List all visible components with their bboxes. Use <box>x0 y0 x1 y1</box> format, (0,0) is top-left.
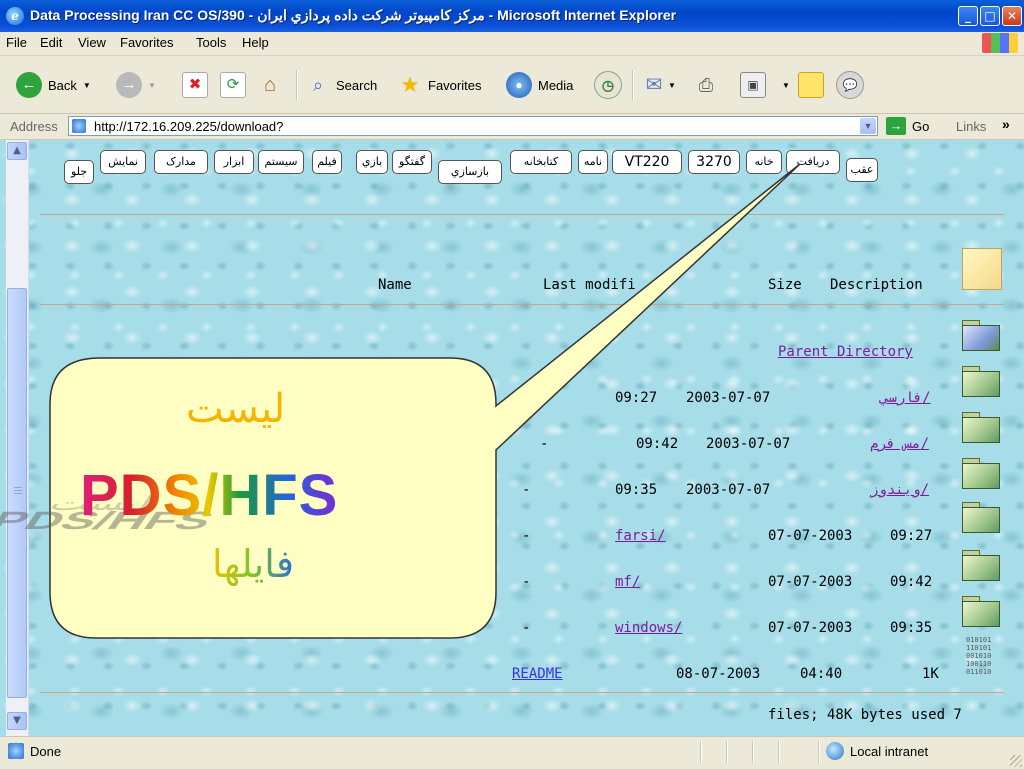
back-arrow-icon: ← <box>16 72 42 98</box>
go-label: Go <box>912 118 930 134</box>
edit-button[interactable]: ▣ ▼ <box>740 72 790 98</box>
status-separator <box>818 741 820 763</box>
print-button[interactable]: ⎙ <box>694 72 718 98</box>
menu-favorites[interactable]: Favorites <box>120 35 173 50</box>
address-bar: Address http://172.16.209.225/download? … <box>0 114 1024 140</box>
address-dropdown-icon[interactable]: ▼ <box>860 118 876 134</box>
window-title: Data Processing Iran CC OS/390 - مرکز کا… <box>30 7 677 23</box>
page-icon <box>72 119 86 133</box>
title-bar: e Data Processing Iran CC OS/390 - مرکز … <box>0 0 1024 32</box>
callout-files-word: فايلها <box>212 542 294 586</box>
callout-system: PDS/HFS <box>80 463 339 528</box>
mail-icon: ✉ <box>645 74 663 96</box>
back-dropdown-icon[interactable]: ▼ <box>83 81 91 90</box>
edit-dropdown-icon[interactable]: ▼ <box>782 81 790 90</box>
zone-text: Local intranet <box>850 744 929 759</box>
forward-button[interactable]: → ▼ <box>116 72 156 98</box>
favorites-label: Favorites <box>428 77 482 93</box>
menu-edit[interactable]: Edit <box>40 35 62 50</box>
favorites-button[interactable]: ★ Favorites <box>398 72 481 98</box>
go-arrow-icon: → <box>886 117 906 135</box>
refresh-icon: ⟳ <box>220 72 246 98</box>
callout-bubble <box>49 163 801 639</box>
forward-dropdown-icon[interactable]: ▼ <box>148 81 156 90</box>
notes-button[interactable] <box>798 72 824 98</box>
messenger-icon: 💬 <box>836 71 864 99</box>
toolbar: ← Back ▼ → ▼ ✖ ⟳ ⌂ ⌕ Search ★ Favorites … <box>0 56 1024 114</box>
links-label[interactable]: Links <box>956 119 986 134</box>
back-label: Back <box>48 77 77 93</box>
home-icon: ⌂ <box>263 74 277 96</box>
intranet-globe-icon <box>826 742 844 760</box>
mail-button[interactable]: ✉ ▼ <box>642 72 676 98</box>
menu-bar: File Edit View Favorites Tools Help <box>0 32 1024 56</box>
print-icon: ⎙ <box>698 75 714 95</box>
toolbar-separator <box>296 70 298 100</box>
history-button[interactable]: ◷ <box>594 71 622 99</box>
links-chevron-icon[interactable]: » <box>1002 116 1010 132</box>
status-separator <box>726 741 728 763</box>
go-button[interactable]: → Go <box>886 117 929 135</box>
close-button[interactable]: ✕ <box>1002 6 1022 26</box>
edit-icon: ▣ <box>740 72 766 98</box>
page-status-icon <box>8 743 24 759</box>
menu-file[interactable]: File <box>6 35 27 50</box>
refresh-button[interactable]: ⟳ <box>220 72 246 98</box>
home-button[interactable]: ⌂ <box>258 72 282 98</box>
resize-grip-icon[interactable] <box>1010 755 1022 767</box>
address-url[interactable]: http://172.16.209.225/download? <box>94 119 283 134</box>
messenger-button[interactable]: 💬 <box>836 71 864 99</box>
status-text: Done <box>30 744 62 759</box>
history-icon: ◷ <box>594 71 622 99</box>
status-separator <box>752 741 754 763</box>
media-label: Media <box>538 77 574 93</box>
minimize-button[interactable]: _ <box>958 6 978 26</box>
search-icon: ⌕ <box>312 75 324 95</box>
menu-view[interactable]: View <box>78 35 106 50</box>
media-icon: ● <box>506 72 532 98</box>
status-separator <box>778 741 780 763</box>
media-button[interactable]: ● Media <box>506 72 573 98</box>
status-separator <box>700 741 702 763</box>
favorites-star-icon: ★ <box>400 72 420 97</box>
back-button[interactable]: ← Back ▼ <box>16 72 91 98</box>
menu-tools[interactable]: Tools <box>196 35 226 50</box>
page-content[interactable]: ▲ ▼ عقب دريافت خانه 3270 VT220 نامه کتاب… <box>0 140 1024 736</box>
search-button[interactable]: ⌕ Search <box>306 72 377 98</box>
status-bar: Done Local intranet <box>0 736 1024 769</box>
menu-help[interactable]: Help <box>242 35 269 50</box>
windows-logo-icon <box>982 33 1018 53</box>
stop-icon: ✖ <box>182 72 208 98</box>
ie-icon[interactable]: e <box>6 7 24 25</box>
search-label: Search <box>336 77 378 93</box>
toolbar-separator <box>632 70 634 100</box>
notes-icon <box>798 72 824 98</box>
callout-shape <box>49 163 801 639</box>
address-input[interactable]: http://172.16.209.225/download? ▼ <box>68 116 878 136</box>
mail-dropdown-icon[interactable]: ▼ <box>668 81 676 90</box>
callout-list-word: ليست <box>186 386 286 432</box>
address-label: Address <box>10 119 58 134</box>
maximize-button[interactable]: □ <box>980 6 1000 26</box>
forward-arrow-icon: → <box>116 72 142 98</box>
stop-button[interactable]: ✖ <box>182 72 208 98</box>
